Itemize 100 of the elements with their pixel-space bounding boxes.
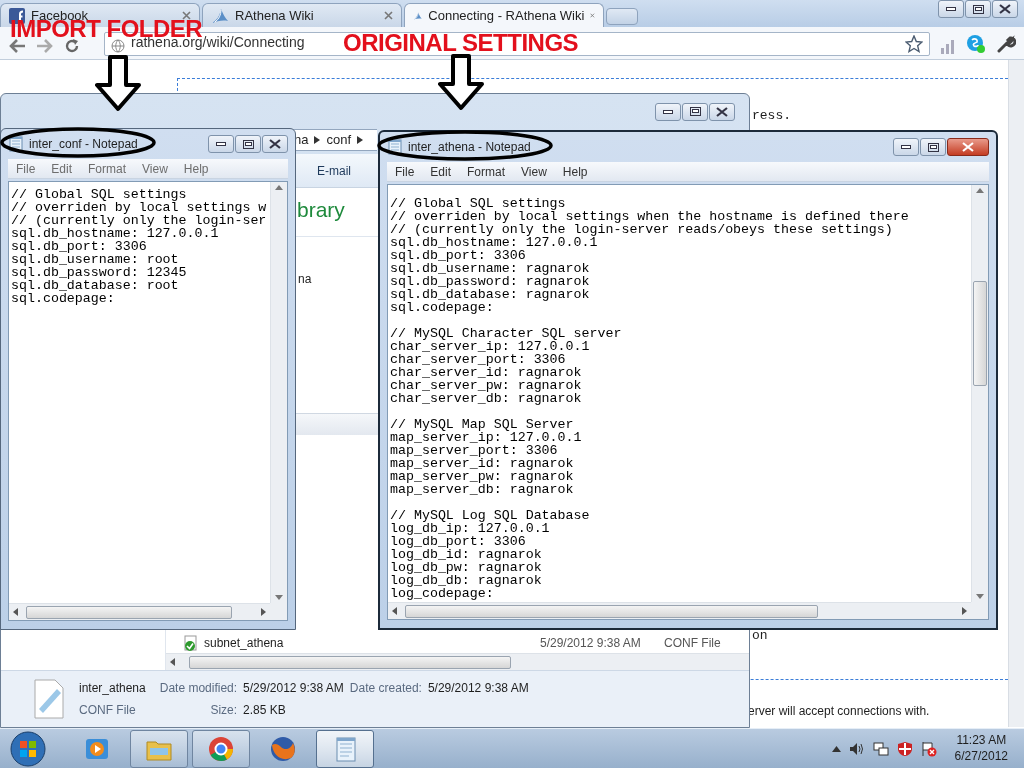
reload-icon[interactable] bbox=[64, 38, 80, 54]
taskbar-button[interactable] bbox=[130, 729, 188, 768]
shield-icon[interactable] bbox=[896, 740, 913, 757]
browser-tab[interactable]: Connecting - RAthena Wiki bbox=[404, 3, 604, 27]
scroll-thumb[interactable] bbox=[405, 604, 818, 618]
code-line: sql.db_hostname: 127.0.0.1 bbox=[390, 236, 598, 249]
menu-item[interactable]: File bbox=[10, 159, 42, 178]
code-line: log_db_db: ragnarok bbox=[390, 574, 543, 587]
menu-item[interactable]: Format bbox=[461, 162, 512, 181]
close-icon bbox=[269, 139, 281, 149]
minimize-button[interactable] bbox=[938, 0, 964, 18]
toolbar-button[interactable]: E-mail bbox=[311, 157, 357, 184]
close-button[interactable] bbox=[992, 0, 1018, 18]
code-line: // MySQL Log SQL Database bbox=[390, 509, 591, 522]
minimize-button[interactable] bbox=[893, 138, 919, 156]
maximize-button[interactable] bbox=[235, 135, 261, 153]
maximize-button[interactable] bbox=[682, 102, 708, 121]
minimize-button[interactable] bbox=[655, 102, 681, 121]
scrollbar[interactable] bbox=[1008, 60, 1024, 727]
annotation-label: ORIGINAL SETTINGS bbox=[343, 34, 579, 52]
code-line: sql.db_database: root bbox=[11, 279, 180, 292]
detail-value: 5/29/2012 9:38 AM bbox=[243, 680, 344, 697]
maximize-icon bbox=[689, 107, 701, 116]
star-icon[interactable] bbox=[905, 35, 923, 53]
scroll-thumb[interactable] bbox=[26, 605, 232, 619]
close-button[interactable] bbox=[709, 102, 735, 121]
back-icon[interactable] bbox=[8, 38, 26, 54]
down-arrow-icon bbox=[976, 594, 984, 599]
flag-icon[interactable] bbox=[920, 740, 937, 757]
code-line: char_server_id: ragnarok bbox=[390, 366, 583, 379]
menu-item[interactable]: Edit bbox=[424, 162, 458, 181]
code-line: char_server_db: ragnarok bbox=[390, 392, 583, 405]
code-line: map_server_pw: ragnarok bbox=[390, 470, 575, 483]
scrollbar[interactable] bbox=[270, 182, 287, 603]
text-area[interactable] bbox=[8, 181, 288, 621]
close-icon[interactable] bbox=[182, 11, 191, 20]
right-arrow-icon bbox=[261, 608, 266, 616]
scrollbar[interactable] bbox=[166, 653, 749, 670]
maximize-button[interactable] bbox=[920, 138, 946, 156]
code-line: // overriden by local settings w bbox=[11, 201, 268, 214]
code-line: map_server_port: 3306 bbox=[390, 444, 559, 457]
code-line: log_db_ip: 127.0.0.1 bbox=[390, 522, 551, 535]
taskbar-button[interactable] bbox=[316, 729, 374, 768]
breadcrumb-item[interactable]: conf bbox=[326, 130, 352, 150]
menu-item[interactable]: File bbox=[389, 162, 421, 181]
taskbar-button[interactable] bbox=[192, 729, 250, 768]
code-line: char_server_pw: ragnarok bbox=[390, 379, 583, 392]
code-line: char_server_ip: 127.0.0.1 bbox=[390, 340, 591, 353]
minimize-icon bbox=[216, 142, 226, 146]
code-line: sql.db_username: root bbox=[11, 253, 180, 266]
scroll-thumb[interactable] bbox=[973, 281, 987, 386]
maximize-icon bbox=[242, 139, 254, 149]
close-icon bbox=[716, 106, 728, 117]
menu-item[interactable]: Format bbox=[82, 159, 133, 178]
start-button[interactable] bbox=[8, 728, 48, 768]
clock-time: 11:23 AM bbox=[956, 732, 1007, 749]
caret-up-icon[interactable] bbox=[831, 745, 841, 752]
scrollbar[interactable] bbox=[9, 603, 270, 620]
file-type: CONF File bbox=[79, 702, 137, 719]
scrollbar[interactable] bbox=[388, 602, 971, 619]
wrench-icon[interactable] bbox=[996, 34, 1016, 54]
code-line: // overriden by local settings when the hostname is defined there bbox=[390, 210, 910, 223]
detail-value: 5/29/2012 9:38 AM bbox=[427, 680, 529, 697]
code-line: // (currently only the login-server reads/obeys these settings) bbox=[390, 223, 894, 236]
minimize-icon bbox=[663, 109, 673, 114]
page-text: on bbox=[752, 627, 768, 645]
chevron-icon bbox=[314, 136, 321, 144]
menu-item[interactable]: Help bbox=[177, 159, 215, 178]
close-button[interactable] bbox=[262, 135, 288, 153]
file-row[interactable]: subnet_athena 5/29/2012 9:38 AM CONF File bbox=[166, 633, 749, 653]
code-line: // Global SQL settings bbox=[11, 188, 188, 201]
minimize-button[interactable] bbox=[208, 135, 234, 153]
left-arrow-icon bbox=[13, 608, 18, 616]
globe-icon bbox=[111, 39, 125, 53]
close-icon[interactable] bbox=[590, 11, 595, 20]
menu-item[interactable]: Help bbox=[556, 162, 594, 181]
detail-label: Size: bbox=[209, 702, 238, 719]
minimize-icon bbox=[946, 7, 956, 11]
file-type: CONF File bbox=[664, 635, 721, 652]
network-icon[interactable] bbox=[872, 740, 889, 757]
scrollbar[interactable] bbox=[971, 185, 988, 602]
code-line: sql.db_database: ragnarok bbox=[390, 288, 591, 301]
menu-item[interactable]: View bbox=[515, 162, 553, 181]
browser-tab[interactable]: RAthena Wiki bbox=[202, 3, 402, 27]
code-line: log_db_port: 3306 bbox=[390, 535, 527, 548]
scroll-thumb[interactable] bbox=[189, 655, 511, 669]
window-title: inter_conf - Notepad bbox=[29, 136, 138, 153]
up-arrow-icon bbox=[275, 185, 283, 190]
check-file-icon bbox=[184, 635, 198, 651]
menu-item[interactable]: View bbox=[136, 159, 174, 178]
list-item[interactable]: na bbox=[298, 270, 312, 288]
close-button[interactable] bbox=[947, 138, 989, 156]
right-arrow-icon bbox=[962, 607, 967, 615]
menu-item[interactable]: Edit bbox=[45, 159, 79, 178]
clock-date: 6/27/2012 bbox=[954, 748, 1008, 765]
maximize-button[interactable] bbox=[965, 0, 991, 18]
chat-bubble-icon[interactable] bbox=[966, 34, 986, 54]
close-icon[interactable] bbox=[384, 11, 393, 20]
file-name: subnet_athena bbox=[204, 635, 285, 652]
text-area[interactable] bbox=[387, 184, 989, 620]
